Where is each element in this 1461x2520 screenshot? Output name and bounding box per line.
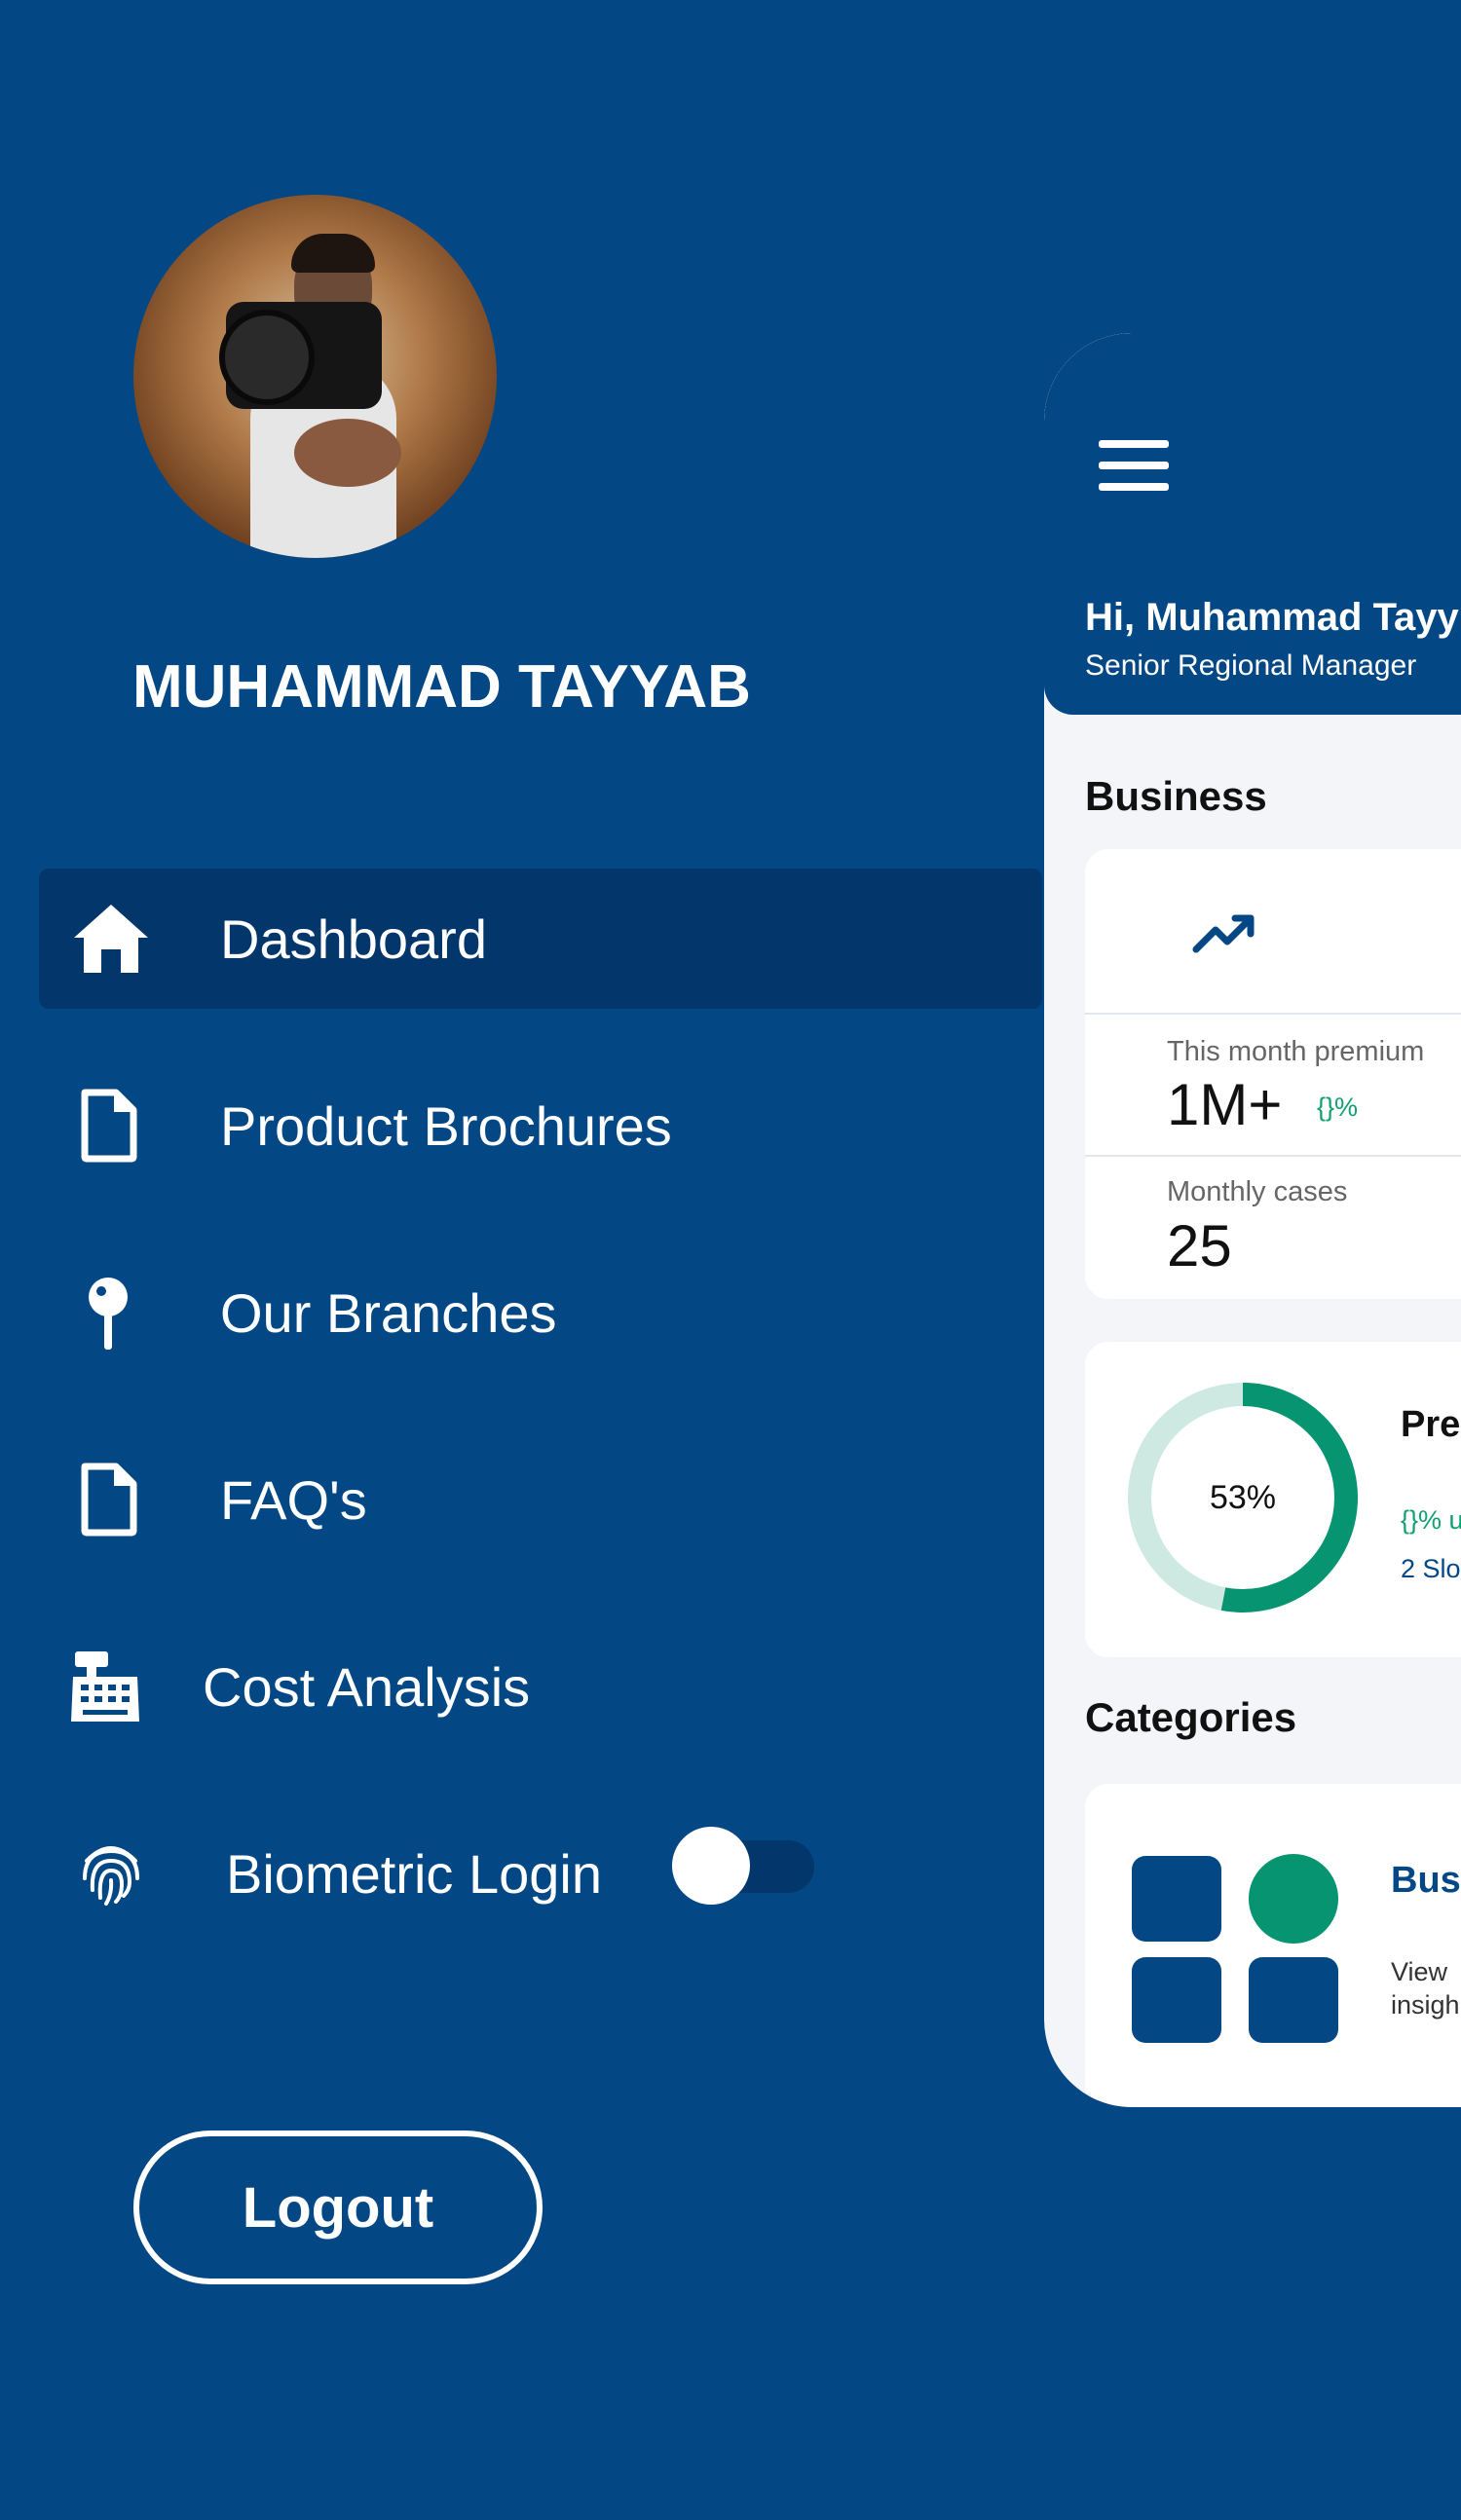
menu-item-faqs[interactable]: FAQ's	[39, 1429, 1042, 1570]
menu-label-biometric-login: Biometric Login	[226, 1842, 602, 1905]
document-icon	[74, 1461, 142, 1538]
progress-line-2: 2 Slo	[1401, 1554, 1461, 1583]
dashboard-preview[interactable]: Hi, Muhammad Tayy Senior Regional Manage…	[1044, 333, 1461, 2107]
menu-item-biometric-login[interactable]: Biometric Login	[39, 1803, 1042, 1944]
menu-item-cost-analysis[interactable]: Cost Analysis	[39, 1616, 1042, 1757]
logout-button[interactable]: Logout	[133, 2131, 543, 2284]
categories-section-title: Categories	[1085, 1694, 1297, 1740]
map-pin-icon	[74, 1274, 142, 1352]
menu-label-faqs: FAQ's	[220, 1468, 367, 1531]
category-tile-icon	[1249, 1957, 1338, 2043]
toggle-knob	[672, 1827, 750, 1905]
progress-card: 53% Pre {}% u 2 Slo	[1085, 1342, 1461, 1657]
biometric-toggle[interactable]	[672, 1823, 814, 1909]
home-icon	[68, 896, 154, 982]
premium-change: {}%	[1317, 1093, 1359, 1122]
menu-label-our-branches: Our Branches	[220, 1281, 557, 1344]
menu-label-product-brochures: Product Brochures	[220, 1094, 672, 1157]
progress-title: Pre	[1401, 1404, 1461, 1445]
user-name: MUHAMMAD TAYYAB	[132, 653, 751, 721]
avatar-hair	[291, 234, 375, 273]
trending-up-icon	[1192, 912, 1256, 960]
card-divider	[1085, 1155, 1461, 1157]
cash-register-icon	[68, 1648, 142, 1725]
card-divider	[1085, 1013, 1461, 1015]
dashboard-header: Hi, Muhammad Tayy Senior Regional Manage…	[1044, 333, 1461, 715]
cases-value: 25	[1167, 1213, 1232, 1279]
category-circle-icon	[1249, 1854, 1338, 1944]
business-section-title: Business	[1085, 773, 1267, 819]
category-desc-1: View	[1391, 1957, 1448, 1986]
business-card: This month premium 1M+ {}% Monthly cases…	[1085, 849, 1461, 1299]
cases-label: Monthly cases	[1167, 1176, 1348, 1207]
category-card[interactable]: Bus View insigh	[1085, 1784, 1461, 2107]
avatar-hand	[294, 419, 401, 487]
menu-label-cost-analysis: Cost Analysis	[203, 1655, 531, 1718]
fingerprint-icon	[74, 1834, 148, 1912]
menu-label-dashboard: Dashboard	[220, 908, 487, 970]
document-icon	[74, 1087, 142, 1165]
progress-line-1: {}% u	[1401, 1505, 1461, 1535]
progress-percent: 53%	[1209, 1478, 1277, 1516]
profile-avatar	[133, 195, 497, 558]
menu-item-product-brochures[interactable]: Product Brochures	[39, 1056, 1042, 1196]
premium-label: This month premium	[1167, 1036, 1425, 1067]
category-desc-2: insigh	[1391, 1990, 1460, 2020]
premium-value: 1M+	[1167, 1072, 1283, 1137]
role-text: Senior Regional Manager	[1085, 649, 1417, 682]
menu-item-our-branches[interactable]: Our Branches	[39, 1242, 1042, 1383]
category-tile-icon	[1132, 1957, 1221, 2043]
greeting-text: Hi, Muhammad Tayy	[1085, 596, 1459, 639]
progress-donut: 53%	[1126, 1381, 1360, 1614]
avatar-camera-lens	[219, 310, 315, 405]
hamburger-menu-icon[interactable]	[1099, 440, 1169, 491]
category-tile-icon	[1132, 1856, 1221, 1942]
menu-item-dashboard[interactable]: Dashboard	[39, 869, 1042, 1009]
category-title: Bus	[1391, 1860, 1461, 1901]
